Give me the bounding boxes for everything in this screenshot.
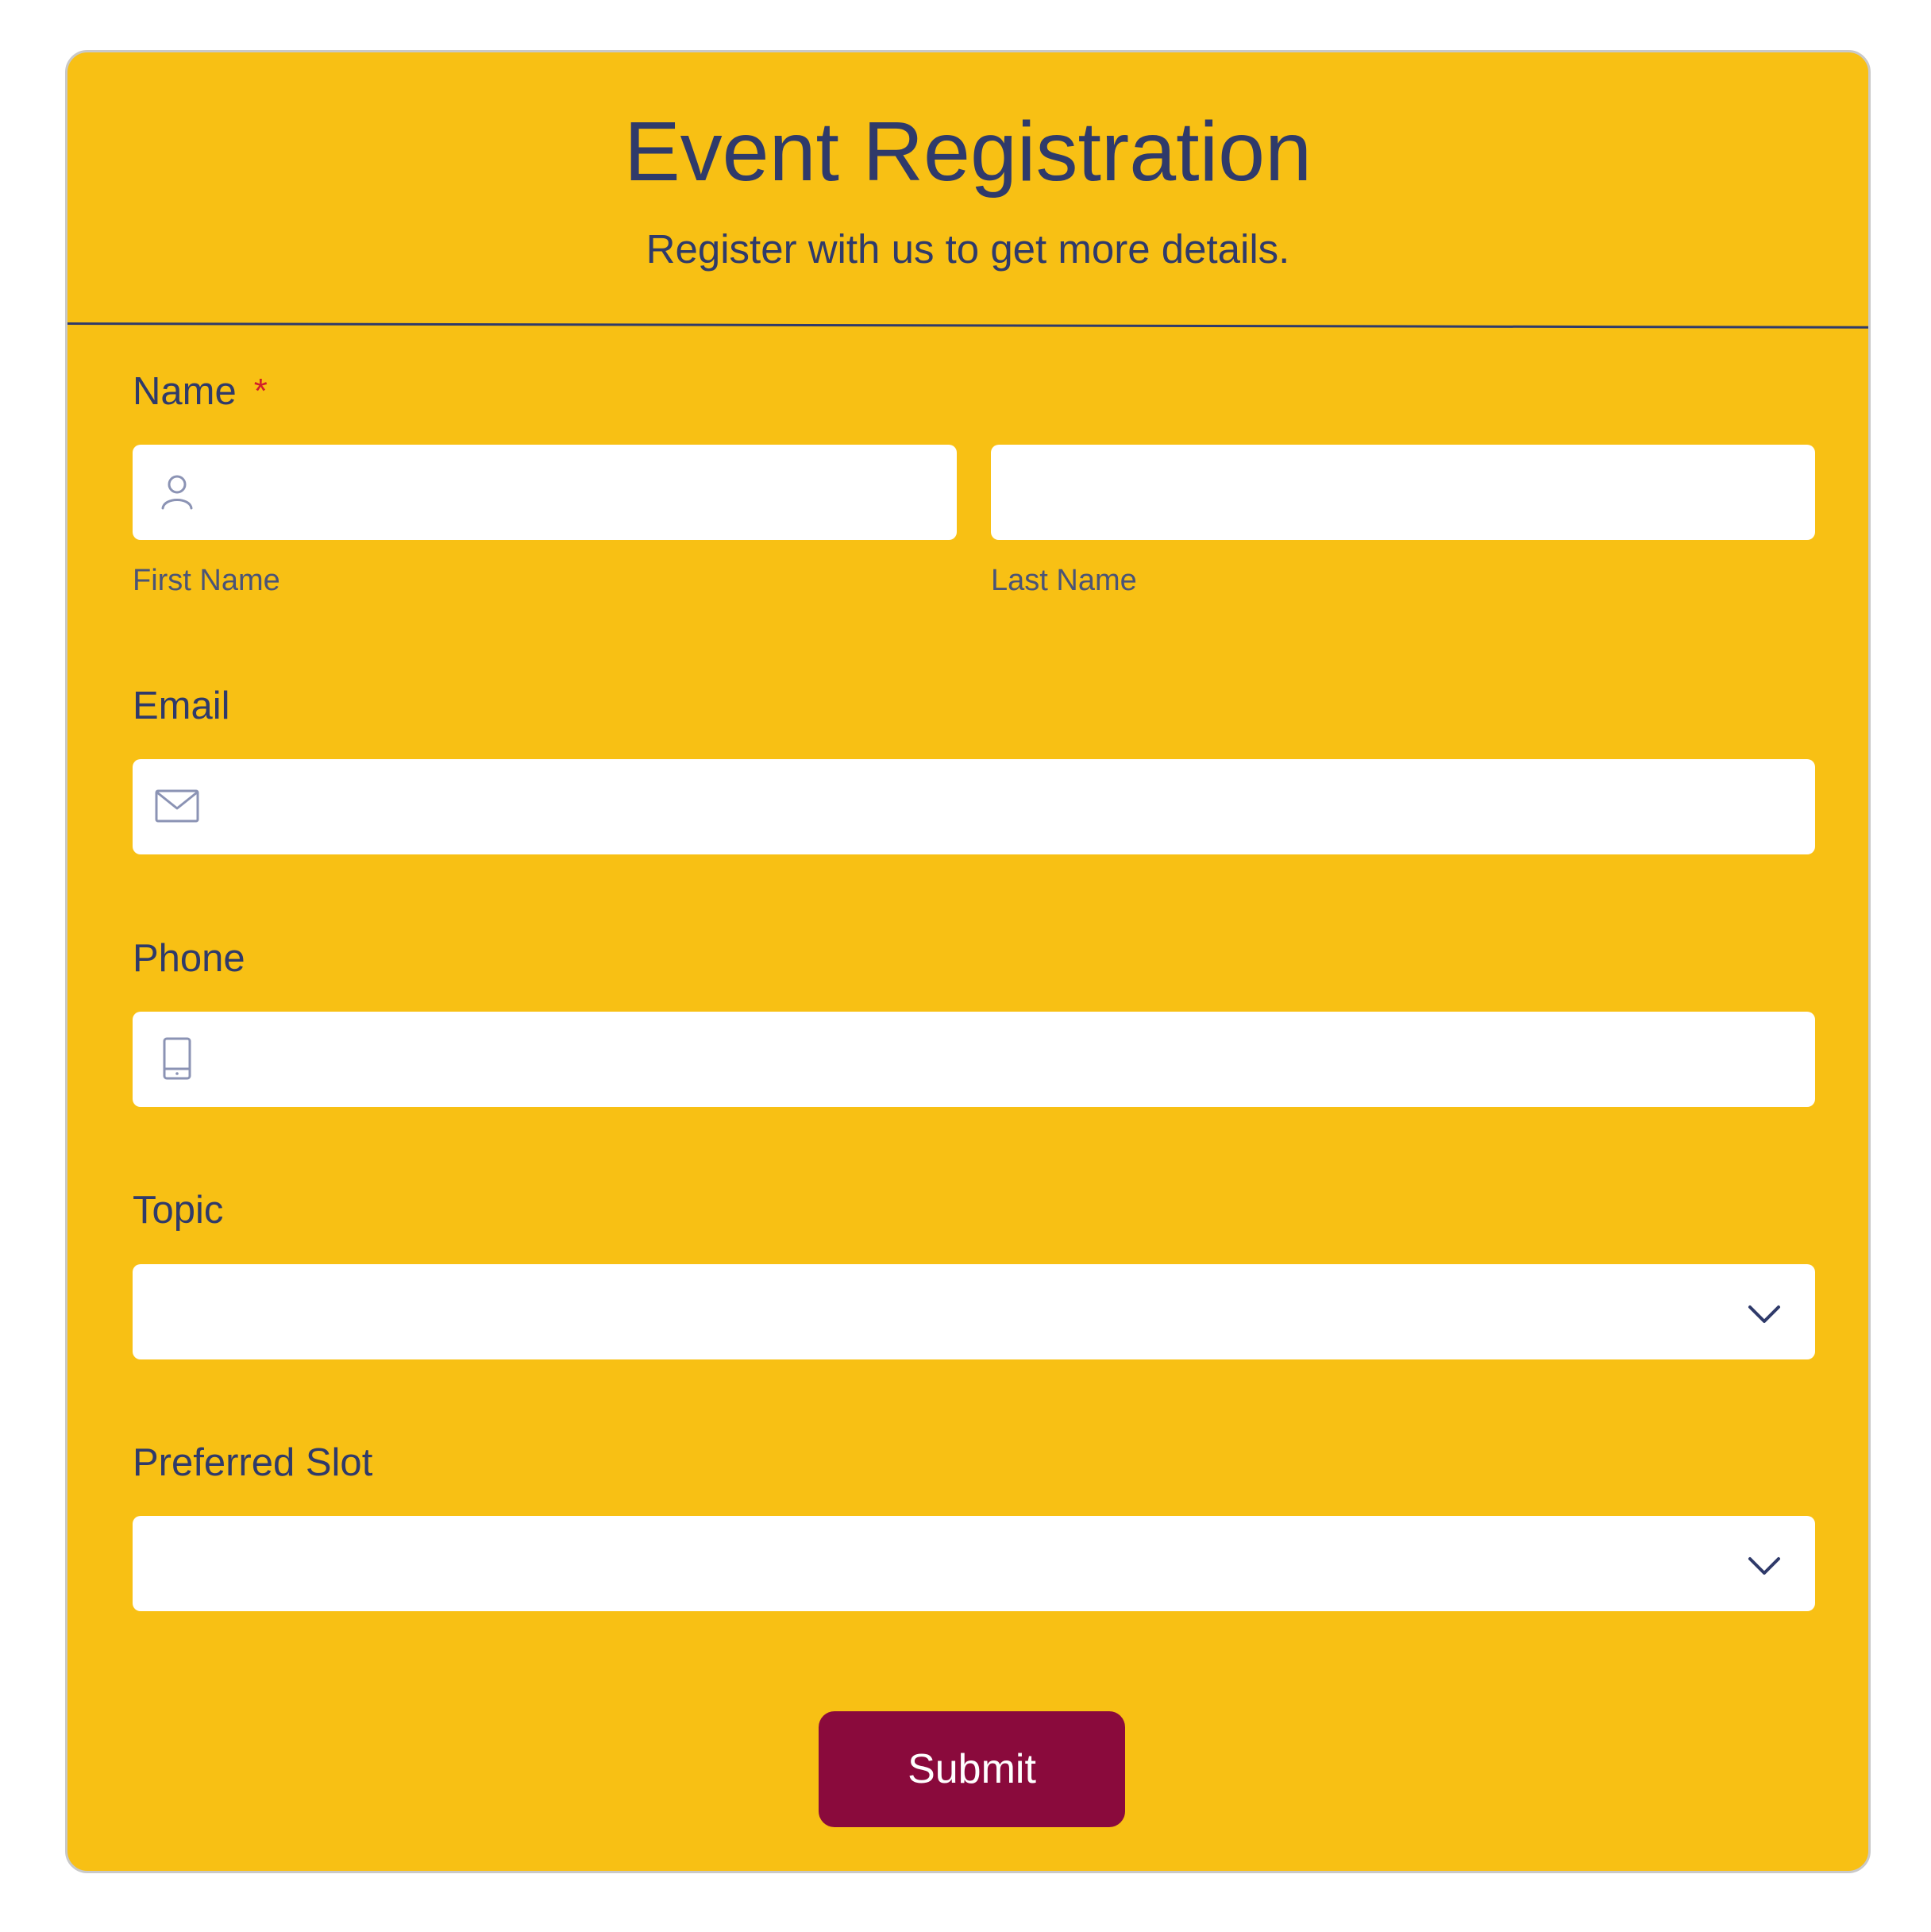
phone-label: Phone (133, 937, 245, 980)
email-label: Email (133, 684, 230, 727)
last-name-sublabel: Last Name (991, 564, 1137, 597)
submit-button[interactable]: Submit (819, 1711, 1125, 1827)
first-name-field[interactable] (133, 445, 957, 542)
preferred-slot-label: Preferred Slot (133, 1441, 373, 1484)
chevron-down-icon[interactable] (1745, 1546, 1783, 1584)
email-field[interactable] (133, 759, 1815, 856)
first-name-input[interactable] (220, 445, 936, 542)
last-name-field[interactable] (991, 445, 1815, 542)
topic-select[interactable] (133, 1264, 1815, 1359)
form-subtitle: Register with us to get more details. (646, 226, 1290, 272)
topic-label: Topic (133, 1189, 224, 1232)
name-label: Name * (133, 368, 268, 415)
last-name-input[interactable] (1019, 445, 1790, 542)
name-label-text: Name (133, 370, 237, 413)
registration-form-card: Event Registration Register with us to g… (65, 50, 1871, 1873)
chevron-down-icon[interactable] (1745, 1294, 1783, 1332)
phone-input[interactable] (220, 1012, 1794, 1109)
required-asterisk: * (253, 372, 268, 411)
envelope-icon (153, 783, 201, 831)
user-icon (153, 469, 201, 516)
first-name-sublabel: First Name (133, 564, 280, 597)
form-header: Event Registration Register with us to g… (67, 52, 1868, 326)
phone-field[interactable] (133, 1012, 1815, 1109)
email-input[interactable] (220, 759, 1794, 856)
preferred-slot-select[interactable] (133, 1516, 1815, 1611)
form-title: Event Registration (623, 105, 1312, 199)
mobile-phone-icon (153, 1035, 201, 1083)
